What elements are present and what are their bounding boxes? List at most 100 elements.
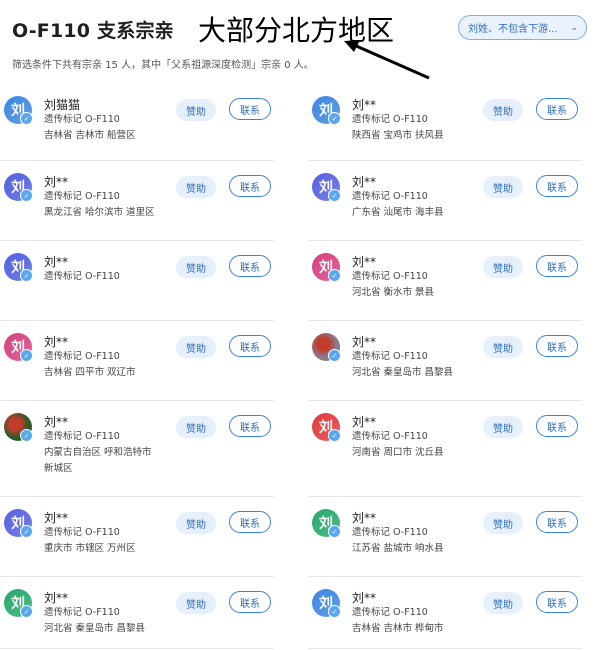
verified-badge-icon: ✓ <box>328 189 341 202</box>
contact-button[interactable]: 联系 <box>536 175 578 197</box>
genetic-marker: 遗传标记 O-F110 <box>352 114 428 125</box>
contact-button[interactable]: 联系 <box>536 335 578 357</box>
sponsor-button[interactable]: 赞助 <box>176 592 216 614</box>
verified-badge-icon: ✓ <box>328 605 341 618</box>
contact-button[interactable]: 联系 <box>229 335 271 357</box>
contact-button[interactable]: 联系 <box>536 98 578 120</box>
annotation-arrow <box>344 40 430 80</box>
relative-card[interactable]: 刘 ✓ 刘** 遗传标记 O-F110 河北省 衡水市 景县 赞助 联系 <box>308 241 582 321</box>
relative-location: 河南省 周口市 沈丘县 <box>352 447 444 458</box>
sponsor-button[interactable]: 赞助 <box>483 176 523 198</box>
relative-location: 黑龙江省 哈尔滨市 道里区 <box>44 207 155 218</box>
sponsor-button[interactable]: 赞助 <box>483 256 523 278</box>
relative-name: 刘** <box>352 335 377 349</box>
sponsor-button[interactable]: 赞助 <box>176 176 216 198</box>
verified-badge-icon: ✓ <box>328 269 341 282</box>
relative-card[interactable]: ✓ 刘** 遗传标记 O-F110 内蒙古自治区 呼和浩特市 新城区 赞助 联系 <box>0 401 274 497</box>
relative-location: 陕西省 宝鸡市 扶风县 <box>352 130 444 141</box>
genetic-marker: 遗传标记 O-F110 <box>352 607 428 618</box>
verified-badge-icon: ✓ <box>328 429 341 442</box>
sponsor-button[interactable]: 赞助 <box>483 99 523 121</box>
verified-badge-icon: ✓ <box>20 269 33 282</box>
relative-name: 刘** <box>44 415 69 429</box>
relative-name: 刘** <box>352 415 377 429</box>
relative-location: 河北省 秦皇岛市 昌黎县 <box>352 367 454 378</box>
relative-card[interactable]: 刘 ✓ 刘猫猫 遗传标记 O-F110 吉林省 吉林市 船营区 赞助 联系 <box>0 84 274 161</box>
relative-location: 河北省 衡水市 景县 <box>352 287 435 298</box>
sponsor-button[interactable]: 赞助 <box>483 336 523 358</box>
genetic-marker: 遗传标记 O-F110 <box>44 351 120 362</box>
genetic-marker: 遗传标记 O-F110 <box>352 527 428 538</box>
relative-card[interactable]: 刘 ✓ 刘** 遗传标记 O-F110 黑龙江省 哈尔滨市 道里区 赞助 联系 <box>0 161 274 241</box>
filter-dropdown[interactable]: 刘姓、不包含下游... ⌄ <box>458 15 587 40</box>
relative-location: 吉林省 四平市 双辽市 <box>44 367 136 378</box>
verified-badge-icon: ✓ <box>20 605 33 618</box>
relative-location: 吉林省 吉林市 船营区 <box>44 130 136 141</box>
genetic-marker: 遗传标记 O-F110 <box>44 431 120 442</box>
genetic-marker: 遗传标记 O-F110 <box>352 191 428 202</box>
filter-summary: 筛选条件下共有宗亲 15 人，其中「父系祖源深度检测」宗亲 0 人。 <box>12 60 314 71</box>
relative-card[interactable]: 刘 ✓ 刘** 遗传标记 O-F110 河北省 秦皇岛市 昌黎县 赞助 联系 <box>0 577 274 649</box>
verified-badge-icon: ✓ <box>20 525 33 538</box>
relative-card[interactable]: 刘 ✓ 刘** 遗传标记 O-F110 吉林省 吉林市 桦甸市 赞助 联系 <box>308 577 582 649</box>
sponsor-button[interactable]: 赞助 <box>176 99 216 121</box>
contact-button[interactable]: 联系 <box>229 511 271 533</box>
relatives-list-left: 刘 ✓ 刘猫猫 遗传标记 O-F110 吉林省 吉林市 船营区 赞助 联系刘 ✓ 刘** 遗传标记… <box>0 84 274 649</box>
relative-card[interactable]: 刘 ✓ 刘** 遗传标记 O-F110 重庆市 市辖区 万州区 赞助 联系 <box>0 497 274 577</box>
relative-name: 刘猫猫 <box>44 98 81 112</box>
verified-badge-icon: ✓ <box>328 112 341 125</box>
relative-name: 刘** <box>44 591 69 605</box>
relative-location: 内蒙古自治区 呼和浩特市 <box>44 447 152 458</box>
relative-card[interactable]: 刘 ✓ 刘** 遗传标记 O-F110 广东省 汕尾市 海丰县 赞助 联系 <box>308 161 582 241</box>
verified-badge-icon: ✓ <box>20 349 33 362</box>
genetic-marker: 遗传标记 O-F110 <box>44 527 120 538</box>
sponsor-button[interactable]: 赞助 <box>176 512 216 534</box>
genetic-marker: 遗传标记 O-F110 <box>44 271 120 282</box>
contact-button[interactable]: 联系 <box>536 591 578 613</box>
relative-name: 刘** <box>44 175 69 189</box>
relative-card[interactable]: 刘 ✓ 刘** 遗传标记 O-F110 河南省 周口市 沈丘县 赞助 联系 <box>308 401 582 497</box>
genetic-marker: 遗传标记 O-F110 <box>44 114 120 125</box>
relative-card[interactable]: 刘 ✓ 刘** 遗传标记 O-F110 陕西省 宝鸡市 扶风县 赞助 联系 <box>308 84 582 161</box>
contact-button[interactable]: 联系 <box>229 175 271 197</box>
relative-card[interactable]: 刘 ✓ 刘** 遗传标记 O-F110 吉林省 四平市 双辽市 赞助 联系 <box>0 321 274 401</box>
chevron-down-icon: ⌄ <box>570 22 578 33</box>
contact-button[interactable]: 联系 <box>536 415 578 437</box>
relative-name: 刘** <box>44 255 69 269</box>
relative-name: 刘** <box>44 511 69 525</box>
relative-name: 刘** <box>44 335 69 349</box>
relative-location-line2: 新城区 <box>44 463 73 474</box>
verified-badge-icon: ✓ <box>328 525 341 538</box>
genetic-marker: 遗传标记 O-F110 <box>352 271 428 282</box>
genetic-marker: 遗传标记 O-F110 <box>352 431 428 442</box>
verified-badge-icon: ✓ <box>20 112 33 125</box>
contact-button[interactable]: 联系 <box>536 255 578 277</box>
relative-card[interactable]: 刘 ✓ 刘** 遗传标记 O-F110 江苏省 盐城市 响水县 赞助 联系 <box>308 497 582 577</box>
relative-location: 河北省 秦皇岛市 昌黎县 <box>44 623 146 634</box>
relative-card[interactable]: 刘 ✓ 刘** 遗传标记 O-F110 赞助 联系 <box>0 241 274 321</box>
relative-location: 重庆市 市辖区 万州区 <box>44 543 136 554</box>
contact-button[interactable]: 联系 <box>536 511 578 533</box>
contact-button[interactable]: 联系 <box>229 255 271 277</box>
genetic-marker: 遗传标记 O-F110 <box>352 351 428 362</box>
genetic-marker: 遗传标记 O-F110 <box>44 607 120 618</box>
relative-location: 江苏省 盐城市 响水县 <box>352 543 444 554</box>
verified-badge-icon: ✓ <box>328 349 341 362</box>
contact-button[interactable]: 联系 <box>229 415 271 437</box>
sponsor-button[interactable]: 赞助 <box>483 592 523 614</box>
contact-button[interactable]: 联系 <box>229 591 271 613</box>
relative-location: 吉林省 吉林市 桦甸市 <box>352 623 444 634</box>
relative-name: 刘** <box>352 98 377 112</box>
relatives-list-right: 刘 ✓ 刘** 遗传标记 O-F110 陕西省 宝鸡市 扶风县 赞助 联系刘 ✓ 刘** 遗传标记… <box>308 84 582 649</box>
relative-name: 刘** <box>352 511 377 525</box>
sponsor-button[interactable]: 赞助 <box>176 416 216 438</box>
sponsor-button[interactable]: 赞助 <box>176 336 216 358</box>
sponsor-button[interactable]: 赞助 <box>483 512 523 534</box>
relative-card[interactable]: ✓ 刘** 遗传标记 O-F110 河北省 秦皇岛市 昌黎县 赞助 联系 <box>308 321 582 401</box>
sponsor-button[interactable]: 赞助 <box>483 416 523 438</box>
verified-badge-icon: ✓ <box>20 429 33 442</box>
sponsor-button[interactable]: 赞助 <box>176 256 216 278</box>
relative-name: 刘** <box>352 255 377 269</box>
relative-name: 刘** <box>352 591 377 605</box>
contact-button[interactable]: 联系 <box>229 98 271 120</box>
